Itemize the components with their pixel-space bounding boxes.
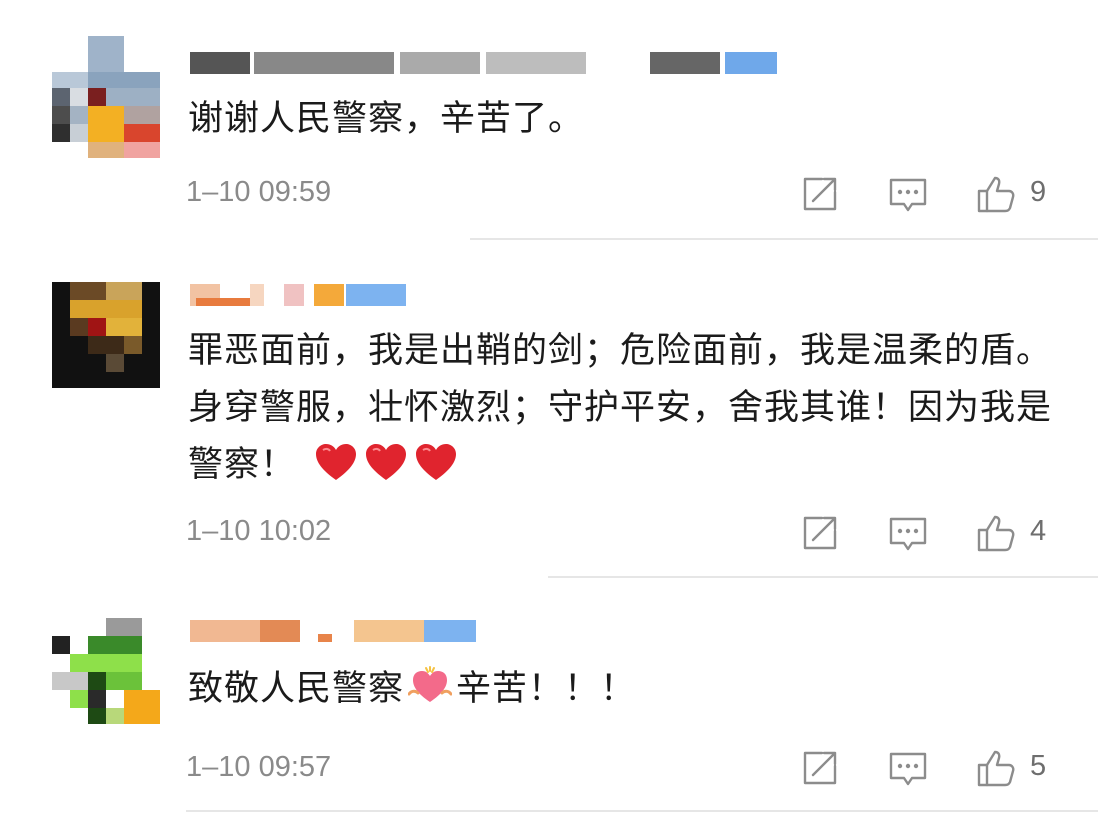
comment-icon[interactable] <box>888 748 928 788</box>
repost-icon[interactable] <box>800 174 840 214</box>
comment-time: 1–10 10:02 <box>186 515 332 547</box>
divider <box>548 576 1098 578</box>
avatar[interactable] <box>52 282 160 410</box>
comment-text: 致敬人民警察 辛苦！！！ <box>188 661 1058 718</box>
action-bar: 4 <box>800 513 1058 553</box>
nickname-blurred[interactable] <box>190 620 480 646</box>
divider <box>470 238 1098 240</box>
like-count: 5 <box>1030 750 1047 782</box>
avatar[interactable] <box>52 618 160 724</box>
thumbs-up-icon[interactable] <box>976 174 1016 214</box>
nickname-blurred[interactable] <box>190 284 410 310</box>
nickname-blurred[interactable] <box>190 52 790 78</box>
avatar[interactable] <box>52 36 160 164</box>
comment-time: 1–10 09:57 <box>186 751 332 783</box>
comment-time: 1–10 09:59 <box>186 176 332 208</box>
thumbs-up-icon[interactable] <box>976 513 1016 553</box>
comment-text: 罪恶面前，我是出鞘的剑；危险面前，我是温柔的盾。身穿警服，壮怀激烈；守护平安，舍… <box>188 331 1053 485</box>
heart-with-arms-icon <box>408 666 453 702</box>
red-heart-icon <box>366 444 407 480</box>
comment-icon[interactable] <box>888 174 928 214</box>
repost-icon[interactable] <box>800 748 840 788</box>
thumbs-up-icon[interactable] <box>976 748 1016 788</box>
comment-text: 谢谢人民警察，辛苦了。 <box>188 99 585 139</box>
like-count: 4 <box>1030 515 1047 547</box>
comment-icon[interactable] <box>888 513 928 553</box>
action-bar: 9 <box>800 174 1058 214</box>
comment-item: 谢谢人民警察，辛苦了。 1–10 09:59 9 <box>0 0 1098 240</box>
divider <box>186 810 1098 812</box>
red-heart-icon <box>416 444 457 480</box>
action-bar: 5 <box>800 748 1058 788</box>
repost-icon[interactable] <box>800 513 840 553</box>
like-count: 9 <box>1030 176 1047 208</box>
red-heart-icon <box>316 444 357 480</box>
